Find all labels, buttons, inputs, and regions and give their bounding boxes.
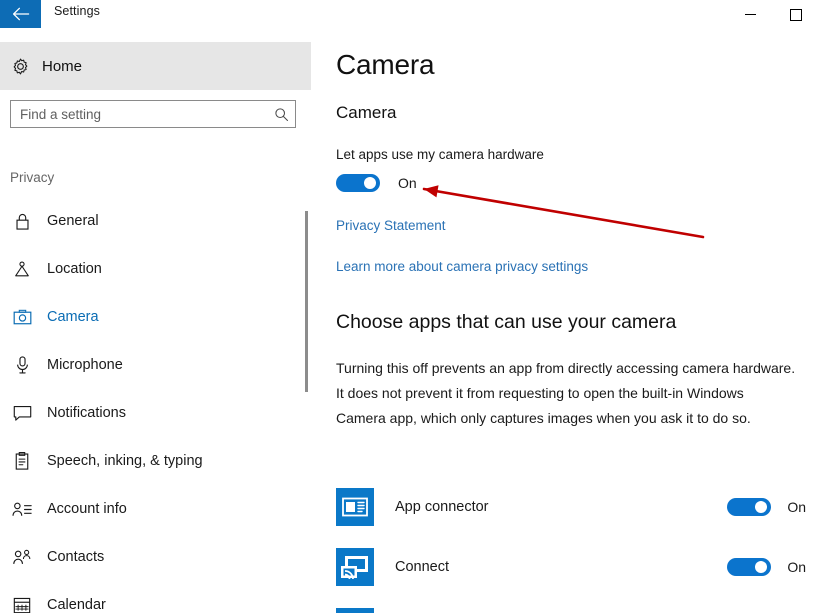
choose-apps-title: Choose apps that can use your camera bbox=[336, 311, 677, 333]
sidebar-item-general[interactable]: General bbox=[0, 197, 311, 245]
sidebar-item-label: General bbox=[47, 213, 99, 229]
search-input[interactable] bbox=[11, 106, 267, 122]
sidebar-item-label: Contacts bbox=[47, 549, 105, 565]
hp-smart-printer-icon bbox=[336, 608, 374, 613]
camera-hardware-label: Let apps use my camera hardware bbox=[336, 147, 544, 162]
page-title: Camera bbox=[336, 49, 435, 80]
sidebar-nav-list: General Location Camera Microphone Notif… bbox=[0, 197, 311, 613]
title-bar: Settings bbox=[0, 0, 819, 29]
location-pin-icon bbox=[11, 260, 33, 279]
connect-cast-icon bbox=[336, 548, 374, 586]
sidebar-item-label: Speech, inking, & typing bbox=[47, 453, 203, 469]
sidebar-item-account-info[interactable]: Account info bbox=[0, 485, 311, 533]
toggle-knob bbox=[755, 501, 768, 513]
app-toggle-state: On bbox=[787, 559, 806, 575]
app-row: App connector On bbox=[336, 477, 806, 537]
calendar-icon bbox=[11, 596, 33, 613]
search-box[interactable] bbox=[10, 100, 296, 128]
sidebar-item-location[interactable]: Location bbox=[0, 245, 311, 293]
sidebar-item-label: Account info bbox=[47, 501, 127, 517]
gear-icon bbox=[9, 57, 31, 76]
section-title: Camera bbox=[336, 103, 397, 122]
sidebar-home-label: Home bbox=[42, 57, 83, 75]
maximize-button[interactable] bbox=[773, 0, 819, 29]
speech-bubble-icon bbox=[11, 405, 33, 422]
camera-icon bbox=[11, 309, 33, 326]
app-toggle-wrap: On bbox=[727, 558, 806, 576]
sidebar-scrollbar[interactable] bbox=[305, 197, 308, 425]
sidebar-item-home[interactable]: Home bbox=[0, 42, 311, 90]
sidebar-item-speech-inking-typing[interactable]: Speech, inking, & typing bbox=[0, 437, 311, 485]
app-connector-icon bbox=[336, 488, 374, 526]
sidebar-item-label: Notifications bbox=[47, 405, 126, 421]
sidebar-item-calendar[interactable]: Calendar bbox=[0, 581, 311, 613]
app-name: Connect bbox=[395, 559, 450, 575]
app-name: App connector bbox=[395, 499, 489, 515]
maximize-icon bbox=[790, 8, 802, 21]
window-title: Settings bbox=[54, 4, 100, 18]
app-permission-list: App connector On Connect On bbox=[336, 477, 806, 613]
sidebar-item-label: Camera bbox=[47, 309, 99, 325]
camera-hardware-toggle-row: On bbox=[336, 174, 417, 192]
search-icon bbox=[267, 107, 295, 122]
clipboard-icon bbox=[11, 451, 33, 471]
sidebar-item-label: Location bbox=[47, 261, 102, 277]
toggle-knob bbox=[755, 561, 768, 573]
lock-icon bbox=[11, 212, 33, 231]
minimize-button[interactable] bbox=[727, 0, 773, 29]
toggle-knob bbox=[364, 177, 376, 189]
camera-hardware-toggle-state: On bbox=[398, 175, 417, 191]
sidebar-item-label: Calendar bbox=[47, 597, 106, 613]
contacts-icon bbox=[11, 549, 33, 566]
privacy-statement-link[interactable]: Privacy Statement bbox=[336, 218, 446, 233]
sidebar-item-notifications[interactable]: Notifications bbox=[0, 389, 311, 437]
main-content: Camera Camera Let apps use my camera har… bbox=[311, 29, 819, 613]
sidebar: Home Privacy General bbox=[0, 29, 311, 613]
minimize-icon bbox=[744, 14, 756, 15]
account-info-icon bbox=[11, 501, 33, 518]
app-toggle-wrap: On bbox=[727, 498, 806, 516]
app-row: Connect On bbox=[336, 537, 806, 597]
back-button[interactable] bbox=[0, 0, 41, 28]
learn-more-link[interactable]: Learn more about camera privacy settings bbox=[336, 259, 588, 274]
settings-window: Settings Home Find a setting Privacy Gen… bbox=[0, 0, 819, 613]
sidebar-item-microphone[interactable]: Microphone bbox=[0, 341, 311, 389]
sidebar-scrollbar-thumb[interactable] bbox=[305, 211, 308, 392]
microphone-icon bbox=[11, 355, 33, 375]
window-controls bbox=[727, 0, 819, 29]
app-row: HP Smart On bbox=[336, 597, 806, 613]
choose-apps-description: Turning this off prevents an app from di… bbox=[336, 360, 796, 426]
camera-hardware-toggle[interactable] bbox=[336, 174, 380, 192]
app-toggle[interactable] bbox=[727, 498, 772, 516]
back-arrow-icon bbox=[12, 7, 29, 21]
sidebar-item-label: Microphone bbox=[47, 357, 123, 373]
sidebar-item-contacts[interactable]: Contacts bbox=[0, 533, 311, 581]
app-toggle[interactable] bbox=[727, 558, 772, 576]
sidebar-group-label: Privacy bbox=[10, 170, 55, 185]
sidebar-item-camera[interactable]: Camera bbox=[0, 293, 311, 341]
app-toggle-state: On bbox=[787, 499, 806, 515]
